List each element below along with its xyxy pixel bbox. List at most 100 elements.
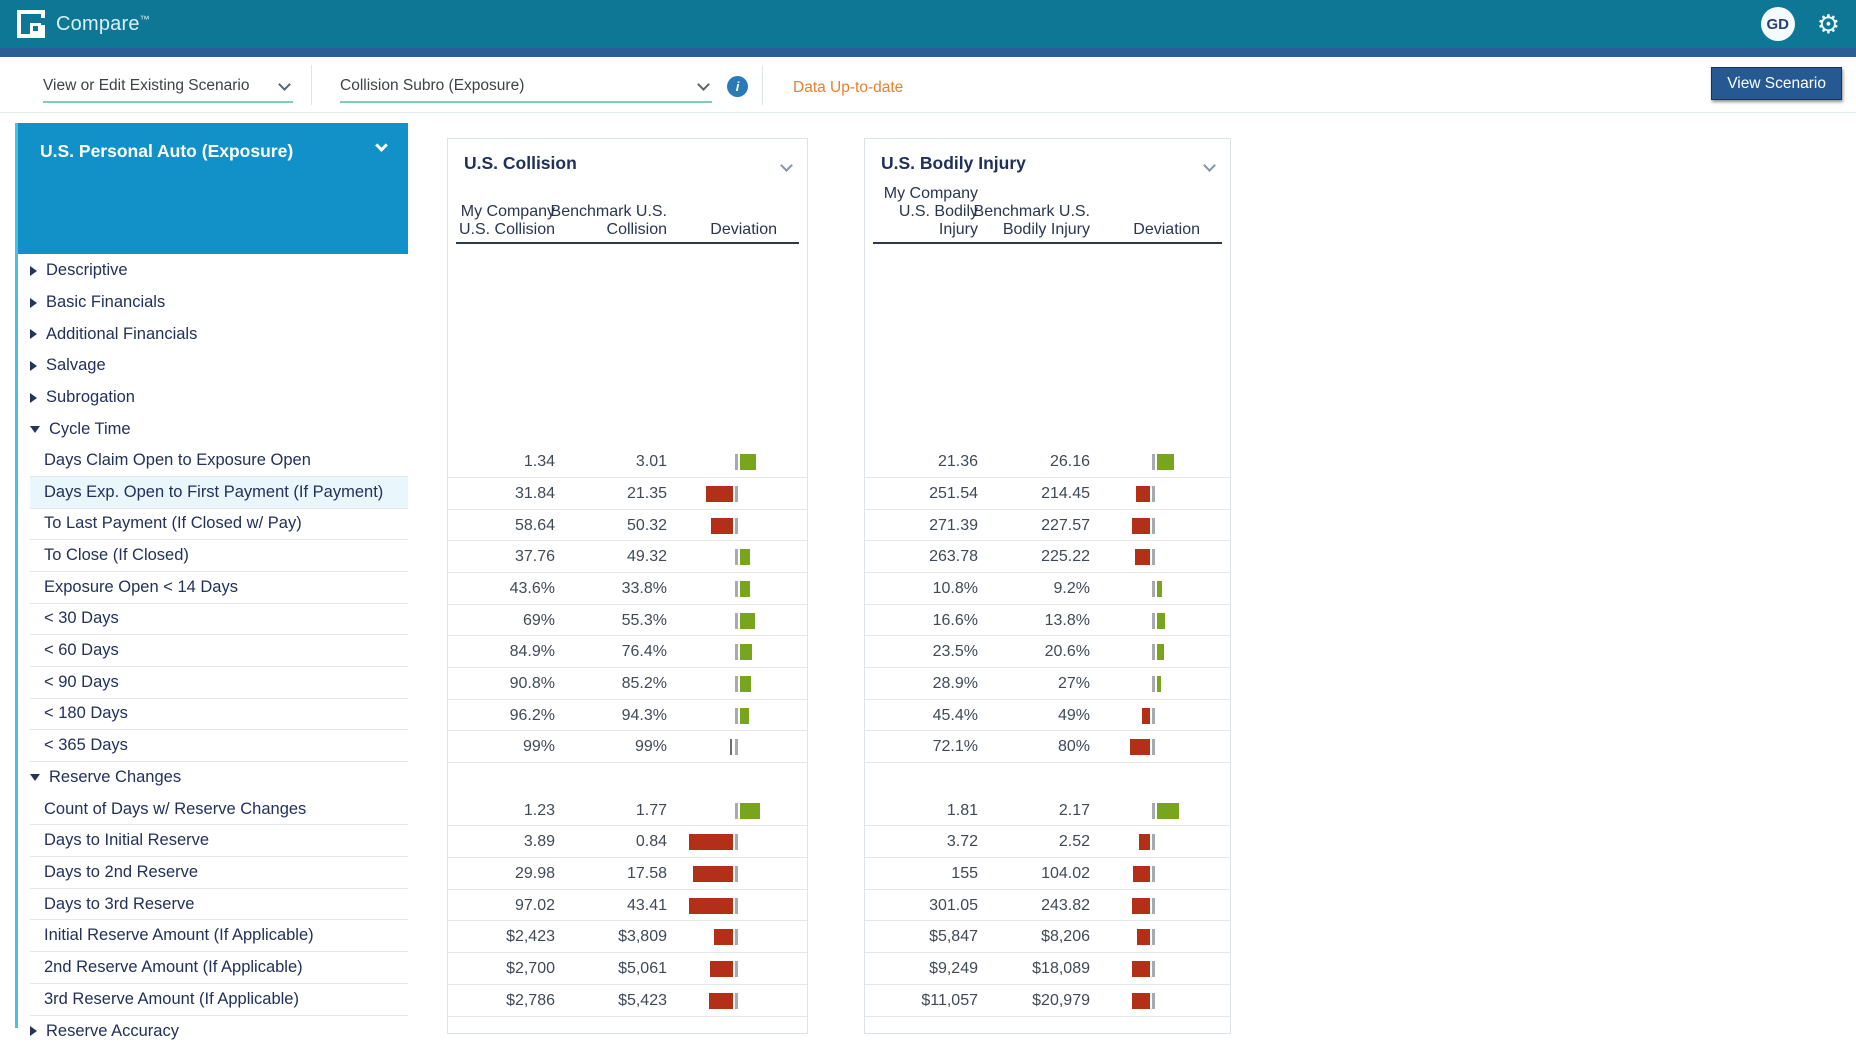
spacer-row — [865, 1017, 1230, 1048]
my-company-value: 3.89 — [524, 826, 555, 857]
sidebar-item-to-last-payment-if-closed-w-pay[interactable]: To Last Payment (If Closed w/ Pay) — [30, 509, 408, 541]
deviation-baseline — [735, 834, 738, 850]
data-row-365-days: 72.1%80% — [865, 731, 1230, 763]
deviation-baseline — [735, 898, 738, 914]
data-row-days-claim-open-to-exposure-open: 21.3626.16 — [865, 446, 1230, 478]
sidebar-item-days-to-initial-reserve[interactable]: Days to Initial Reserve — [30, 825, 408, 857]
deviation-bar — [1132, 898, 1150, 914]
sidebar-item-90-days[interactable]: < 90 Days — [30, 667, 408, 699]
deviation-baseline — [1152, 676, 1155, 692]
sidebar-item-365-days[interactable]: < 365 Days — [30, 730, 408, 762]
my-company-value: 69% — [523, 605, 555, 636]
my-company-value: 72.1% — [933, 731, 978, 762]
my-company-value: 1.23 — [524, 795, 555, 826]
data-row-days-to-3rd-reserve: 301.05243.82 — [865, 890, 1230, 922]
chevron-down-icon — [375, 139, 388, 152]
sidebar-item-days-claim-open-to-exposure-open[interactable]: Days Claim Open to Exposure Open — [30, 445, 408, 477]
info-icon[interactable]: i — [727, 76, 748, 97]
row-label: Basic Financials — [46, 293, 165, 312]
settings-gear-icon[interactable]: ⚙ — [1817, 11, 1840, 37]
data-row-days-to-2nd-reserve: 155 104.02 — [865, 858, 1230, 890]
sidebar-item-180-days[interactable]: < 180 Days — [30, 699, 408, 731]
deviation-baseline — [1152, 739, 1155, 755]
row-label: < 30 Days — [44, 609, 119, 628]
row-label: Descriptive — [46, 261, 128, 280]
deviation-baseline — [1152, 834, 1155, 850]
spacer-row — [865, 414, 1230, 446]
sidebar-group-additional-financials[interactable]: Additional Financials — [18, 318, 408, 350]
spacer-row — [448, 383, 807, 415]
data-row-initial-reserve-amount-if-applicable: $5,847$8,206 — [865, 921, 1230, 953]
sidebar-item-days-exp-open-to-first-payment-if-payment[interactable]: Days Exp. Open to First Payment (If Paym… — [30, 477, 408, 509]
data-row-180-days: 45.4%49% — [865, 700, 1230, 732]
sidebar-item-exposure-open-14-days[interactable]: Exposure Open < 14 Days — [30, 572, 408, 604]
benchmark-value: 1.77 — [636, 795, 667, 826]
benchmark-value: 227.57 — [1041, 510, 1090, 541]
row-label: Salvage — [46, 356, 106, 375]
my-company-value: $11,057 — [921, 985, 978, 1016]
my-company-value: $9,249 — [929, 953, 978, 984]
benchmark-value: 76.4% — [622, 636, 667, 667]
sidebar-header[interactable]: U.S. Personal Auto (Exposure) — [18, 123, 408, 254]
benchmark-value: $3,809 — [618, 921, 667, 952]
sidebar-item-days-to-2nd-reserve[interactable]: Days to 2nd Reserve — [30, 857, 408, 889]
data-row-3rd-reserve-amount-if-applicable: $2,786$5,423 — [448, 985, 807, 1017]
deviation-baseline — [1152, 644, 1155, 660]
sidebar-group-basic-financials[interactable]: Basic Financials — [18, 287, 408, 319]
triangle-right-icon — [30, 329, 37, 339]
sidebar-group-cycle-time[interactable]: Cycle Time — [18, 413, 408, 445]
panel-us-bodily-injury: U.S. Bodily Injury My CompanyU.S. Bodily… — [864, 138, 1231, 1034]
view-scenario-button[interactable]: View Scenario — [1711, 67, 1842, 100]
deviation-bar — [1157, 803, 1179, 819]
data-row-count-of-days-w-reserve-changes: 1.23 1.77 — [448, 795, 807, 827]
data-row-count-of-days-w-reserve-changes: 1.812.17 — [865, 795, 1230, 827]
sidebar-item-3rd-reserve-amount-if-applicable[interactable]: 3rd Reserve Amount (If Applicable) — [30, 984, 408, 1016]
row-label: To Close (If Closed) — [44, 546, 189, 565]
sidebar-item-60-days[interactable]: < 60 Days — [30, 635, 408, 667]
deviation-bar — [1137, 929, 1150, 945]
chevron-down-icon — [697, 78, 710, 91]
my-company-value: $2,786 — [506, 985, 555, 1016]
sidebar-group-subrogation[interactable]: Subrogation — [18, 382, 408, 414]
sidebar-group-reserve-changes[interactable]: Reserve Changes — [18, 762, 408, 794]
my-company-value: $2,423 — [506, 921, 555, 952]
my-company-value: 1.81 — [947, 795, 978, 826]
deviation-baseline — [735, 549, 738, 565]
deviation-baseline — [735, 613, 738, 629]
benchmark-value: 104.02 — [1041, 858, 1090, 889]
data-row-to-last-payment-if-closed-w-pay: 58.6450.32 — [448, 510, 807, 542]
deviation-baseline — [735, 739, 738, 755]
spacer-row — [865, 288, 1230, 320]
sidebar-group-reserve-accuracy[interactable]: Reserve Accuracy — [18, 1016, 408, 1048]
deviation-baseline — [1152, 613, 1155, 629]
deviation-baseline — [735, 866, 738, 882]
sidebar-item-30-days[interactable]: < 30 Days — [30, 604, 408, 636]
data-rows: 1.343.0131.8421.3558.6450.3237.7649.3243… — [448, 256, 807, 1048]
sidebar-group-descriptive[interactable]: Descriptive — [18, 255, 408, 287]
benchmark-value: 26.16 — [1050, 446, 1090, 477]
header-accent-strip — [0, 48, 1856, 57]
scenario-mode-value: View or Edit Existing Scenario — [43, 77, 249, 95]
my-company-value: 28.9% — [933, 668, 978, 699]
row-label: 3rd Reserve Amount (If Applicable) — [44, 990, 299, 1009]
data-row-days-to-initial-reserve: 3.890.84 — [448, 826, 807, 858]
my-company-value: 97.02 — [515, 890, 555, 921]
data-row-to-last-payment-if-closed-w-pay: 271.39227.57 — [865, 510, 1230, 542]
sidebar-item-2nd-reserve-amount-if-applicable[interactable]: 2nd Reserve Amount (If Applicable) — [30, 952, 408, 984]
deviation-baseline — [735, 803, 738, 819]
sidebar-item-days-to-3rd-reserve[interactable]: Days to 3rd Reserve — [30, 889, 408, 921]
scenario-mode-dropdown[interactable]: View or Edit Existing Scenario — [43, 71, 293, 103]
data-row-to-close-if-closed: 37.7649.32 — [448, 541, 807, 573]
chevron-down-icon — [278, 78, 291, 91]
my-company-value: 155 — [951, 858, 978, 889]
benchmark-value: $18,089 — [1032, 953, 1090, 984]
sidebar-item-initial-reserve-amount-if-applicable[interactable]: Initial Reserve Amount (If Applicable) — [30, 920, 408, 952]
deviation-bar — [689, 898, 733, 914]
benchmark-value: 94.3% — [622, 700, 667, 731]
deviation-baseline — [1152, 581, 1155, 597]
user-avatar[interactable]: GD — [1761, 7, 1795, 41]
sidebar-item-count-of-days-w-reserve-changes[interactable]: Count of Days w/ Reserve Changes — [30, 794, 408, 826]
scenario-select-dropdown[interactable]: Collision Subro (Exposure) — [340, 71, 712, 103]
sidebar-item-to-close-if-closed[interactable]: To Close (If Closed) — [30, 540, 408, 572]
sidebar-group-salvage[interactable]: Salvage — [18, 350, 408, 382]
